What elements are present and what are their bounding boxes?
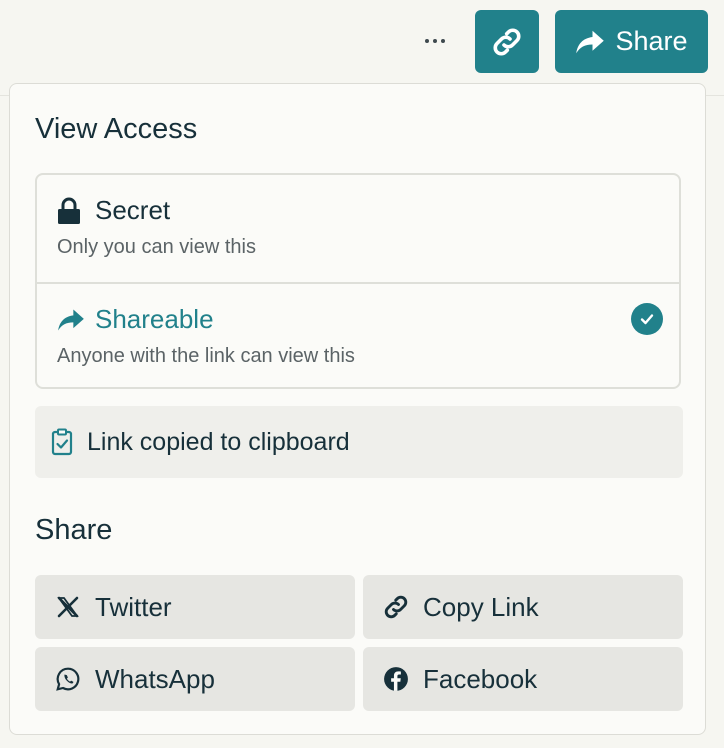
share-copy-link-label: Copy Link bbox=[423, 591, 539, 622]
access-option-title: Shareable bbox=[95, 304, 214, 334]
share-whatsapp-label: WhatsApp bbox=[95, 663, 215, 694]
share-section-title: Share bbox=[35, 514, 113, 546]
ellipsis-icon bbox=[423, 39, 447, 43]
more-options-button[interactable] bbox=[418, 24, 452, 58]
view-access-options: Secret Only you can view this Shareable … bbox=[35, 173, 681, 389]
view-access-title: View Access bbox=[35, 113, 198, 145]
share-panel: View Access Secret Only you can view thi… bbox=[9, 83, 706, 735]
access-option-shareable[interactable]: Shareable Anyone with the link can view … bbox=[37, 282, 679, 391]
lock-icon bbox=[57, 197, 85, 225]
access-option-description: Only you can view this bbox=[57, 236, 256, 258]
clipboard-check-icon bbox=[51, 428, 73, 456]
check-circle-icon bbox=[631, 303, 663, 335]
share-facebook-button[interactable]: Facebook bbox=[363, 647, 683, 711]
link-copied-notice: Link copied to clipboard bbox=[35, 406, 683, 478]
link-icon bbox=[489, 24, 525, 60]
share-button[interactable]: Share bbox=[555, 10, 708, 73]
access-option-secret[interactable]: Secret Only you can view this bbox=[37, 175, 679, 282]
access-option-description: Anyone with the link can view this bbox=[57, 345, 355, 367]
link-copied-text: Link copied to clipboard bbox=[87, 427, 350, 456]
copy-link-toolbar-button[interactable] bbox=[475, 10, 539, 73]
share-facebook-label: Facebook bbox=[423, 663, 538, 694]
share-twitter-button[interactable]: Twitter bbox=[35, 575, 355, 639]
share-copy-link-button[interactable]: Copy Link bbox=[363, 575, 683, 639]
share-twitter-label: Twitter bbox=[95, 591, 172, 622]
share-button-label: Share bbox=[615, 26, 688, 56]
share-whatsapp-button[interactable]: WhatsApp bbox=[35, 647, 355, 711]
x-twitter-icon bbox=[53, 595, 83, 619]
link-icon bbox=[381, 591, 411, 623]
facebook-icon bbox=[381, 666, 411, 692]
share-arrow-icon bbox=[57, 308, 85, 332]
share-arrow-icon bbox=[575, 29, 605, 55]
access-option-title: Secret bbox=[95, 195, 171, 225]
whatsapp-icon bbox=[53, 666, 83, 692]
